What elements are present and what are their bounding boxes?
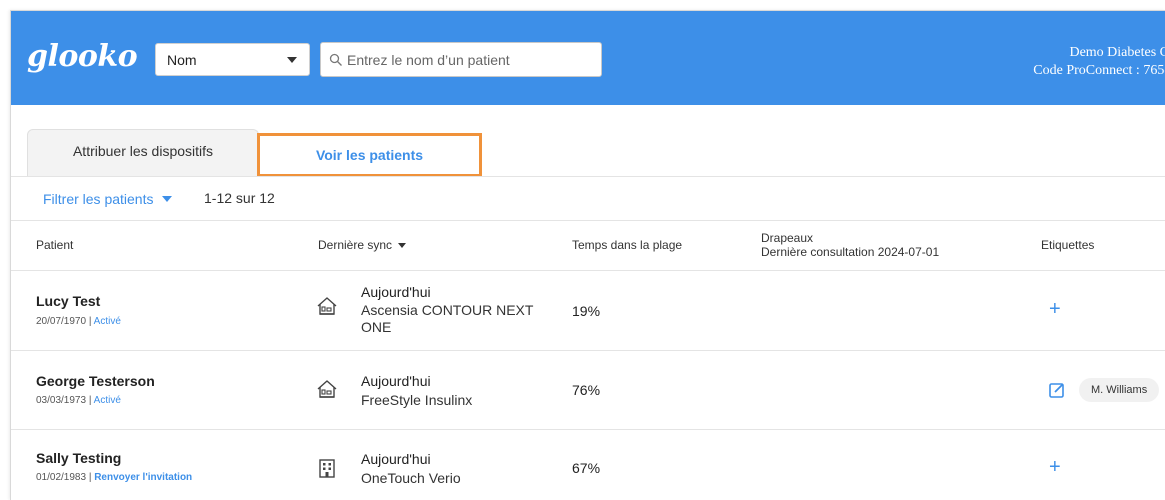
header-flags: Drapeaux Dernière consultation 2024-07-0… xyxy=(761,231,939,259)
chevron-down-icon xyxy=(162,196,173,202)
patient-dob: 01/02/1983 | xyxy=(36,472,95,483)
tab-view-patients[interactable]: Voir les patients xyxy=(257,133,482,177)
patient-status[interactable]: Activé xyxy=(94,395,121,406)
patient-dob: 20/07/1970 | xyxy=(36,316,94,327)
time-in-range-value: 76% xyxy=(572,382,601,398)
sync-device: FreeStyle Insulinx xyxy=(361,392,473,408)
search-type-select[interactable]: Nom xyxy=(155,43,310,76)
header-patient: Patient xyxy=(36,238,74,252)
header-last-visit: Dernière consultation 2024-07-01 xyxy=(761,245,940,259)
header-last-sync-label: Dernière sync xyxy=(318,238,393,252)
sync-device: OneTouch Verio xyxy=(361,470,461,486)
patient-meta: 01/02/1983 | Renvoyer l'invitation xyxy=(36,472,192,483)
sort-down-icon xyxy=(398,242,407,248)
clinic-info: Demo Diabetes C Code ProConnect : 765- xyxy=(1033,44,1165,80)
patient-search-box[interactable] xyxy=(320,42,602,77)
filter-patients-label: Filtrer les patients xyxy=(43,191,154,207)
table-row[interactable]: Sally Testing 01/02/1983 | Renvoyer l'in… xyxy=(11,430,1165,500)
chevron-down-icon xyxy=(287,57,297,63)
filter-bar: Filtrer les patients 1-12 sur 12 xyxy=(11,177,1165,221)
sync-device: Ascensia CONTOUR NEXT ONE xyxy=(361,302,534,335)
patient-name[interactable]: George Testerson xyxy=(36,373,155,389)
patient-name[interactable]: Lucy Test xyxy=(36,293,100,309)
filter-patients-dropdown[interactable]: Filtrer les patients xyxy=(43,191,173,207)
clinic-building-icon xyxy=(319,459,335,478)
resend-invitation-link[interactable]: Renvoyer l'invitation xyxy=(94,472,192,483)
sync-day: Aujourd'hui xyxy=(361,373,431,389)
top-header: glooko Nom Demo Diabetes C Code ProConne… xyxy=(11,11,1165,105)
add-tag-button[interactable]: + xyxy=(1049,456,1061,479)
patient-status[interactable]: Activé xyxy=(94,316,121,327)
home-icon xyxy=(317,380,337,398)
tab-bar: Attribuer les dispositifs Voir les patie… xyxy=(11,105,1165,177)
table-header: Patient Dernière sync Temps dans la plag… xyxy=(11,221,1165,271)
time-in-range-value: 67% xyxy=(572,460,601,476)
tag-chip[interactable]: M. Williams xyxy=(1079,378,1160,402)
patient-dob: 03/03/1973 | xyxy=(36,395,94,406)
tab-assign-devices[interactable]: Attribuer les dispositifs xyxy=(27,129,259,177)
header-last-sync[interactable]: Dernière sync xyxy=(318,238,407,252)
search-icon xyxy=(329,53,342,66)
results-count: 1-12 sur 12 xyxy=(204,190,275,206)
clinic-name: Demo Diabetes C xyxy=(1069,45,1165,60)
edit-icon[interactable] xyxy=(1048,381,1066,399)
app-window: glooko Nom Demo Diabetes C Code ProConne… xyxy=(10,10,1165,500)
search-type-value: Nom xyxy=(167,51,197,68)
header-time-in-range: Temps dans la plage xyxy=(572,238,683,252)
header-tags: Etiquettes xyxy=(1041,238,1095,252)
glooko-logo[interactable]: glooko xyxy=(27,39,138,74)
patient-name[interactable]: Sally Testing xyxy=(36,450,121,466)
patient-meta: 20/07/1970 | Activé xyxy=(36,316,121,327)
time-in-range-value: 19% xyxy=(572,303,601,319)
sync-day: Aujourd'hui xyxy=(361,284,431,300)
add-tag-button[interactable]: + xyxy=(1049,298,1061,321)
proconnect-code: Code ProConnect : 765- xyxy=(1033,63,1165,78)
sync-day: Aujourd'hui xyxy=(361,451,431,467)
table-row[interactable]: Lucy Test 20/07/1970 | Activé Aujourd'hu… xyxy=(11,272,1165,351)
patient-search-input[interactable] xyxy=(347,51,587,68)
patient-meta: 03/03/1973 | Activé xyxy=(36,395,121,406)
table-row[interactable]: George Testerson 03/03/1973 | Activé Auj… xyxy=(11,351,1165,430)
home-icon xyxy=(317,297,337,315)
header-flags-label: Drapeaux xyxy=(761,231,814,245)
